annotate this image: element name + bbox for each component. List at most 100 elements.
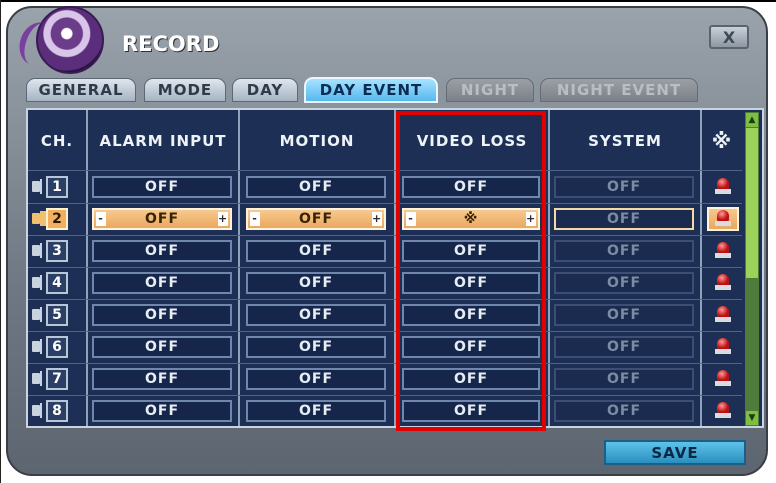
- tab-mode[interactable]: MODE: [144, 78, 226, 102]
- channel-cell[interactable]: 5: [32, 304, 76, 326]
- tab-general[interactable]: GENERAL: [26, 78, 136, 102]
- scroll-up-icon[interactable]: ▲: [746, 113, 758, 127]
- channel-number: 3: [46, 240, 68, 262]
- motion-cell[interactable]: OFF: [246, 240, 386, 262]
- decrement-button[interactable]: -: [250, 212, 260, 226]
- system-cell-value: OFF: [606, 403, 642, 419]
- system-cell-value: OFF: [606, 371, 642, 387]
- alarm-input-cell-value: OFF: [144, 275, 180, 291]
- motion-cell[interactable]: OFF: [246, 400, 386, 422]
- system-cell: OFF: [554, 368, 694, 390]
- system-cell: OFF: [554, 304, 694, 326]
- alarm-light-icon[interactable]: [715, 402, 731, 420]
- close-button[interactable]: X: [709, 25, 749, 49]
- vertical-scrollbar[interactable]: ▲ ▼: [745, 112, 759, 426]
- alarm-light-icon[interactable]: [715, 274, 731, 292]
- motion-cell-value: OFF: [298, 403, 334, 419]
- window-title: RECORD: [122, 32, 220, 56]
- motion-cell-value: OFF: [298, 211, 334, 227]
- motion-cell-value: OFF: [298, 339, 334, 355]
- alarm-light-icon[interactable]: [715, 242, 731, 260]
- motion-cell[interactable]: OFF: [246, 272, 386, 294]
- alarm-input-cell[interactable]: OFF: [92, 368, 232, 390]
- scroll-down-icon[interactable]: ▼: [746, 411, 758, 425]
- tab-night: NIGHT: [446, 78, 534, 102]
- tab-night-event: NIGHT EVENT: [540, 78, 698, 102]
- camera-icon: [32, 307, 42, 322]
- top-border: [0, 0, 776, 2]
- alarm-input-cell[interactable]: OFF: [92, 240, 232, 262]
- alarm-light-icon[interactable]: [715, 210, 731, 228]
- alarm-input-cell-value: OFF: [144, 179, 180, 195]
- table-row[interactable]: 4 OFF OFF OFF OFF: [0, 270, 776, 296]
- header-asterisk-icon: ※: [711, 129, 733, 153]
- save-button[interactable]: SAVE: [604, 440, 746, 465]
- row-divider: [28, 331, 742, 332]
- table-row[interactable]: 1 OFF OFF OFF OFF: [0, 174, 776, 200]
- system-cell-value: OFF: [606, 243, 642, 259]
- channel-number: 4: [46, 272, 68, 294]
- alarm-input-cell-value: OFF: [144, 243, 180, 259]
- motion-cell[interactable]: OFF: [246, 368, 386, 390]
- camera-icon: [32, 339, 42, 354]
- motion-cell[interactable]: OFF: [246, 336, 386, 358]
- row-divider: [28, 235, 742, 236]
- channel-cell[interactable]: 1: [32, 176, 76, 198]
- alarm-input-cell[interactable]: OFF: [92, 336, 232, 358]
- channel-number: 8: [46, 400, 68, 422]
- alarm-input-cell[interactable]: OFF: [92, 400, 232, 422]
- table-row[interactable]: 2 OFF - + OFF - + ※ - + OFF: [0, 206, 776, 232]
- alarm-light-icon[interactable]: [715, 178, 731, 196]
- camera-icon: [32, 211, 46, 226]
- row-divider: [28, 363, 742, 364]
- alarm-input-cell-value: OFF: [144, 211, 180, 227]
- header-alarm-input: ALARM INPUT: [99, 132, 227, 150]
- alarm-input-cell[interactable]: OFF: [92, 304, 232, 326]
- table-row[interactable]: 6 OFF OFF OFF OFF: [0, 334, 776, 360]
- system-cell-value: OFF: [606, 307, 642, 323]
- system-cell: OFF: [554, 272, 694, 294]
- increment-button[interactable]: +: [372, 212, 382, 226]
- motion-cell-value: OFF: [298, 243, 334, 259]
- channel-number: 5: [46, 304, 68, 326]
- alarm-input-cell-value: OFF: [144, 307, 180, 323]
- channel-number: 6: [46, 336, 68, 358]
- motion-cell-value: OFF: [298, 275, 334, 291]
- scroll-thumb[interactable]: [746, 128, 758, 278]
- camera-icon: [32, 179, 42, 194]
- camera-icon: [32, 371, 42, 386]
- increment-button[interactable]: +: [218, 212, 228, 226]
- motion-cell[interactable]: OFF: [246, 304, 386, 326]
- alarm-input-cell[interactable]: OFF - +: [92, 208, 232, 230]
- decrement-button[interactable]: -: [96, 212, 106, 226]
- channel-cell[interactable]: 6: [32, 336, 76, 358]
- table-row[interactable]: 8 OFF OFF OFF OFF: [0, 398, 776, 424]
- row-divider: [28, 299, 742, 300]
- channel-cell[interactable]: 8: [32, 400, 76, 422]
- camera-icon: [32, 275, 42, 290]
- table-row[interactable]: 7 OFF OFF OFF OFF: [0, 366, 776, 392]
- table-row[interactable]: 5 OFF OFF OFF OFF: [0, 302, 776, 328]
- system-cell: OFF: [554, 400, 694, 422]
- motion-cell[interactable]: OFF: [246, 176, 386, 198]
- channel-number: 7: [46, 368, 68, 390]
- channel-number: 2: [46, 208, 68, 230]
- tab-day[interactable]: DAY: [232, 78, 298, 102]
- channel-cell[interactable]: 4: [32, 272, 76, 294]
- motion-cell[interactable]: OFF - +: [246, 208, 386, 230]
- motion-cell-value: OFF: [298, 307, 334, 323]
- row-divider: [28, 267, 742, 268]
- system-cell-value: OFF: [606, 211, 642, 227]
- table-row[interactable]: 3 OFF OFF OFF OFF: [0, 238, 776, 264]
- alarm-light-icon[interactable]: [715, 370, 731, 388]
- channel-cell[interactable]: 2: [32, 208, 76, 230]
- channel-number: 1: [46, 176, 68, 198]
- alarm-input-cell-value: OFF: [144, 339, 180, 355]
- channel-cell[interactable]: 3: [32, 240, 76, 262]
- tab-day-event[interactable]: DAY EVENT: [304, 77, 438, 103]
- alarm-input-cell[interactable]: OFF: [92, 176, 232, 198]
- alarm-light-icon[interactable]: [715, 338, 731, 356]
- alarm-light-icon[interactable]: [715, 306, 731, 324]
- channel-cell[interactable]: 7: [32, 368, 76, 390]
- alarm-input-cell[interactable]: OFF: [92, 272, 232, 294]
